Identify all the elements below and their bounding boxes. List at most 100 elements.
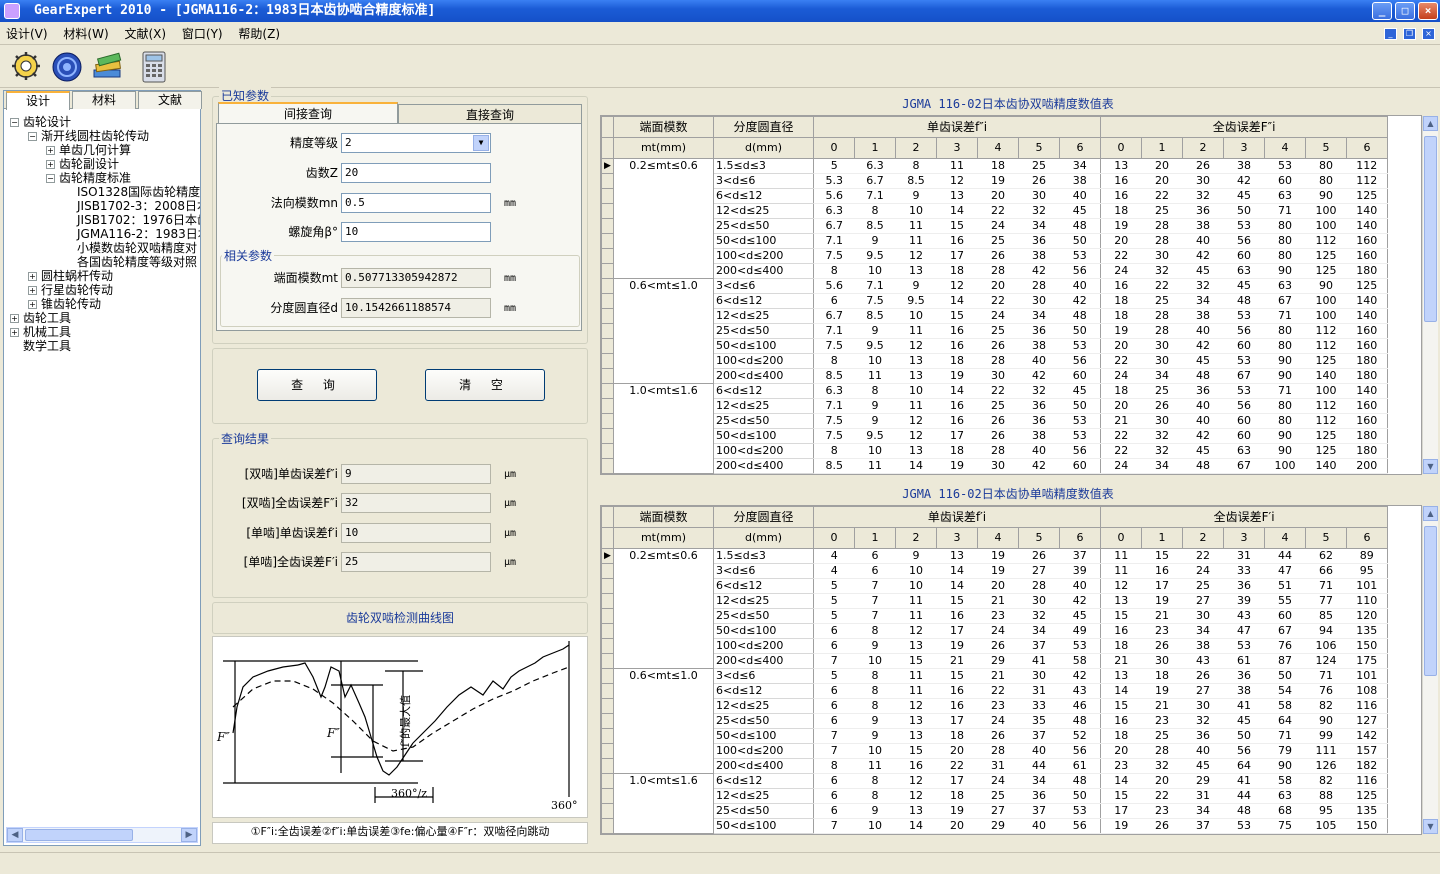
table-row[interactable]: 12<d≤25 7.1 9 11 16 25 36 50 20 26 40 56 80 112 160 bbox=[601, 398, 1389, 414]
expand-icon[interactable]: + bbox=[28, 300, 37, 309]
close-button[interactable]: × bbox=[1418, 2, 1438, 20]
calculator-icon[interactable] bbox=[138, 50, 172, 84]
tab-material[interactable]: 材料 bbox=[72, 91, 136, 109]
minimize-button[interactable]: _ bbox=[1372, 2, 1392, 20]
teeth-input[interactable]: 20 bbox=[341, 163, 491, 183]
menu-help[interactable]: 帮助(Z) bbox=[232, 23, 286, 45]
tree-horizontal-scrollbar[interactable]: ◀ ▶ bbox=[6, 827, 198, 843]
table-row[interactable]: 25<d≤50 6.7 8.5 11 15 24 34 48 19 28 38 53 80 100 140 bbox=[601, 218, 1389, 234]
helix-angle-input[interactable]: 10 bbox=[341, 222, 491, 242]
table-row[interactable]: 25<d≤50 6 9 13 19 27 37 53 17 23 34 48 68 95 135 bbox=[601, 803, 1389, 819]
collapse-icon[interactable]: − bbox=[28, 132, 37, 141]
scroll-right-icon[interactable]: ▶ bbox=[181, 828, 197, 842]
tree-node[interactable]: − 渐开线圆柱齿轮传动 bbox=[28, 129, 149, 143]
tree-node[interactable]: 各国齿轮精度等级对照 bbox=[64, 255, 197, 269]
table-row[interactable]: 3<d≤6 4 6 10 14 19 27 39 11 16 24 33 47 66 95 bbox=[601, 563, 1389, 579]
table-row[interactable]: 25<d≤50 7.1 9 11 16 25 36 50 19 28 40 56 80 112 160 bbox=[601, 323, 1389, 339]
table-row[interactable]: 25<d≤50 6 9 13 17 24 35 48 16 23 32 45 64 90 127 bbox=[601, 713, 1389, 729]
tree-node[interactable]: JGMA116-2：1983日本1 bbox=[64, 227, 200, 241]
table-row[interactable]: ▶ 0.2≤mt≤0.6 1.5≤d≤3 4 6 9 13 19 26 37 11 15 22 31 44 6… bbox=[601, 548, 1389, 564]
scroll-up-icon[interactable]: ▲ bbox=[1423, 506, 1438, 521]
table-row[interactable]: 200<d≤400 7 10 15 21 29 41 58 21 30 43 61 87 124 175 bbox=[601, 653, 1389, 669]
table-row[interactable]: ▶ 0.2≤mt≤0.6 1.5≤d≤3 5 6.3 8 11 18 25 34 13 20 26 38 5… bbox=[601, 158, 1389, 174]
tree-node[interactable]: + 齿轮工具 bbox=[10, 311, 71, 325]
table-row[interactable]: 12<d≤25 6 8 12 18 25 36 50 15 22 31 44 63 88 125 bbox=[601, 788, 1389, 804]
mdi-minimize-button[interactable]: _ bbox=[1384, 28, 1397, 40]
tree-node[interactable]: 数学工具 bbox=[10, 339, 71, 353]
table-row[interactable]: 0.6<mt≤1.0 3<d≤6 5.6 7.1 9 12 20 28 40 16 22 32 45 63… bbox=[601, 278, 1389, 294]
expand-icon[interactable]: + bbox=[46, 160, 55, 169]
scroll-left-icon[interactable]: ◀ bbox=[7, 828, 23, 842]
table-row[interactable]: 6<d≤12 5 7 10 14 20 28 40 12 17 25 36 51 71 101 bbox=[601, 578, 1389, 594]
tree-node[interactable]: + 齿轮副设计 bbox=[46, 157, 119, 171]
table-row[interactable]: 12<d≤25 6.3 8 10 14 22 32 45 18 25 36 50 71 100 140 bbox=[601, 203, 1389, 219]
table-row[interactable]: 6<d≤12 6 8 11 16 22 31 43 14 19 27 38 54 76 108 bbox=[601, 683, 1389, 699]
table-row[interactable]: 100<d≤200 8 10 13 18 28 40 56 22 32 45 63 90 125 180 bbox=[601, 443, 1389, 459]
tree-node[interactable]: + 单齿几何计算 bbox=[46, 143, 131, 157]
collapse-icon[interactable]: − bbox=[10, 118, 19, 127]
menu-material[interactable]: 材料(W) bbox=[57, 23, 114, 45]
table-row[interactable]: 25<d≤50 7.5 9 12 16 26 36 53 21 30 40 60 80 112 160 bbox=[601, 413, 1389, 429]
table-row[interactable]: 12<d≤25 6 8 12 16 23 33 46 15 21 30 41 58 82 116 bbox=[601, 698, 1389, 714]
tree-node[interactable]: ISO1328国际齿轮精度: bbox=[64, 185, 200, 199]
table-row[interactable]: 200<d≤400 8.5 11 14 19 30 42 60 24 34 48 67 100 140 20… bbox=[601, 458, 1389, 474]
table2-vertical-scrollbar[interactable]: ▲ ▼ bbox=[1422, 506, 1438, 834]
table-row[interactable]: 200<d≤400 8.5 11 13 19 30 42 60 24 34 48 67 90 140 180 bbox=[601, 368, 1389, 384]
tree-node[interactable]: 小模数齿轮双啮精度对 bbox=[64, 241, 197, 255]
scroll-down-icon[interactable]: ▼ bbox=[1423, 459, 1438, 474]
table-row[interactable]: 50<d≤100 7 10 14 20 29 40 56 19 26 37 53 75 105 150 bbox=[601, 818, 1389, 834]
mdi-close-button[interactable]: × bbox=[1422, 28, 1435, 40]
table-row[interactable]: 6<d≤12 5.6 7.1 9 13 20 30 40 16 22 32 45 63 90 125 bbox=[601, 188, 1389, 204]
table-row[interactable]: 50<d≤100 7 9 13 18 26 37 52 18 25 36 50 71 99 142 bbox=[601, 728, 1389, 744]
scroll-up-icon[interactable]: ▲ bbox=[1423, 116, 1438, 131]
expand-icon[interactable]: + bbox=[10, 314, 19, 323]
gear-settings-icon[interactable] bbox=[10, 50, 44, 84]
table-row[interactable]: 1.0<mt≤1.6 6<d≤12 6.3 8 10 14 22 32 45 18 25 36 53 71… bbox=[601, 383, 1389, 399]
table-row[interactable]: 3<d≤6 5.3 6.7 8.5 12 19 26 38 16 20 30 42 60 80 112 bbox=[601, 173, 1389, 189]
table-row[interactable]: 50<d≤100 7.5 9.5 12 17 26 38 53 22 32 42 60 90 125 180 bbox=[601, 428, 1389, 444]
table-row[interactable]: 100<d≤200 7 10 15 20 28 40 56 20 28 40 56 79 111 157 bbox=[601, 743, 1389, 759]
scroll-down-icon[interactable]: ▼ bbox=[1423, 819, 1438, 834]
scrollbar-thumb[interactable] bbox=[25, 829, 133, 841]
tree-node[interactable]: + 机械工具 bbox=[10, 325, 71, 339]
table-row[interactable]: 50<d≤100 6 8 12 17 24 34 49 16 23 34 47 67 94 135 bbox=[601, 623, 1389, 639]
chevron-down-icon[interactable]: ▼ bbox=[473, 135, 489, 151]
tree-node[interactable]: + 锥齿轮传动 bbox=[28, 297, 101, 311]
tab-literature[interactable]: 文献 bbox=[138, 91, 202, 109]
table-row[interactable]: 0.6<mt≤1.0 3<d≤6 5 8 11 15 21 30 42 13 18 26 36 50 71 1… bbox=[601, 668, 1389, 684]
table1-vertical-scrollbar[interactable]: ▲ ▼ bbox=[1422, 116, 1438, 474]
tree-node[interactable]: − 齿轮设计 bbox=[10, 115, 71, 129]
tree-node[interactable]: JISB1702-3：2008日本 bbox=[64, 199, 200, 213]
table-row[interactable]: 12<d≤25 5 7 11 15 21 30 42 13 19 27 39 55 77 110 bbox=[601, 593, 1389, 609]
expand-icon[interactable]: + bbox=[28, 272, 37, 281]
tree-node[interactable]: + 圆柱蜗杆传动 bbox=[28, 269, 113, 283]
table-row[interactable]: 12<d≤25 6.7 8.5 10 15 24 34 48 18 28 38 53 71 100 140 bbox=[601, 308, 1389, 324]
table-row[interactable]: 100<d≤200 6 9 13 19 26 37 53 18 26 38 53 76 106 150 bbox=[601, 638, 1389, 654]
tree-node[interactable]: − 齿轮精度标准 bbox=[46, 171, 131, 185]
normal-module-input[interactable]: 0.5 bbox=[341, 193, 491, 213]
menu-design[interactable]: 设计(V) bbox=[0, 23, 54, 45]
table1-scrollbar-thumb[interactable] bbox=[1424, 136, 1437, 322]
tab-design[interactable]: 设计 bbox=[6, 91, 70, 110]
expand-icon[interactable]: + bbox=[10, 328, 19, 337]
query-button[interactable]: 查 询 bbox=[257, 369, 377, 401]
maximize-button[interactable]: □ bbox=[1395, 2, 1415, 20]
double-flank-table[interactable]: 端面模数 分度圆直径 单齿误差f″i 全齿误差F″i mt(mm) d(mm) 0 1 2 3 4 5… bbox=[600, 115, 1422, 475]
table-row[interactable]: 25<d≤50 5 7 11 16 23 32 45 15 21 30 43 60 85 120 bbox=[601, 608, 1389, 624]
tree-node[interactable]: + 行星齿轮传动 bbox=[28, 283, 113, 297]
table-row[interactable]: 100<d≤200 7.5 9.5 12 17 26 38 53 22 30 42 60 80 125 16… bbox=[601, 248, 1389, 264]
table-row[interactable]: 50<d≤100 7.1 9 11 16 25 36 50 20 28 40 56 80 112 160 bbox=[601, 233, 1389, 249]
table-row[interactable]: 6<d≤12 6 7.5 9.5 14 22 30 42 18 25 34 48 67 100 140 bbox=[601, 293, 1389, 309]
table-row[interactable]: 100<d≤200 8 10 13 18 28 40 56 22 30 45 53 90 125 180 bbox=[601, 353, 1389, 369]
gear-network-icon[interactable] bbox=[50, 50, 84, 84]
table-row[interactable]: 50<d≤100 7.5 9.5 12 16 26 38 53 20 30 42 60 80 112 160 bbox=[601, 338, 1389, 354]
menu-window[interactable]: 窗口(Y) bbox=[176, 23, 229, 45]
table-row[interactable]: 1.0<mt≤1.6 6<d≤12 6 8 12 17 24 34 48 14 20 29 41 58 82… bbox=[601, 773, 1389, 789]
clear-button[interactable]: 清 空 bbox=[425, 369, 545, 401]
table-row[interactable]: 200<d≤400 8 11 16 22 31 44 61 23 32 45 64 90 126 182 bbox=[601, 758, 1389, 774]
menu-literature[interactable]: 文献(X) bbox=[118, 23, 172, 45]
table-row[interactable]: 200<d≤400 8 10 13 18 28 42 56 24 32 45 63 90 125 180 bbox=[601, 263, 1389, 279]
mdi-restore-button[interactable]: ❐ bbox=[1403, 28, 1416, 40]
books-icon[interactable] bbox=[90, 50, 124, 84]
single-flank-table[interactable]: 端面模数 分度圆直径 单齿误差f′i 全齿误差F′i mt(mm) d(mm) 0 1 2 3 4 5… bbox=[600, 505, 1422, 835]
